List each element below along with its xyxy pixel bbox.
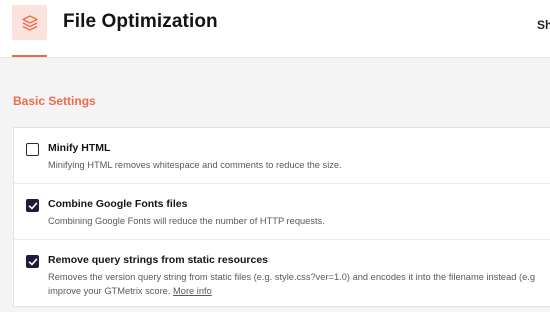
remove-query-strings-label[interactable]: Remove query strings from static resourc… — [48, 254, 268, 266]
checkmark-icon — [28, 202, 38, 210]
minify-html-label[interactable]: Minify HTML — [48, 142, 110, 154]
minify-html-checkbox[interactable] — [26, 143, 39, 156]
page-title: File Optimization — [63, 11, 218, 32]
row-divider — [14, 239, 550, 240]
active-tab-indicator — [12, 55, 47, 57]
more-info-link[interactable]: More info — [173, 286, 212, 296]
remove-query-strings-description-line1: Removes the version query string from st… — [48, 272, 536, 282]
page-header: File Optimization Sh — [0, 0, 550, 58]
remove-query-strings-checkbox[interactable] — [26, 255, 39, 268]
description-text: improve your GTMetrix score. — [48, 286, 171, 296]
remove-query-strings-description-line2: improve your GTMetrix score. More info — [48, 284, 212, 298]
combine-google-fonts-checkbox[interactable] — [26, 199, 39, 212]
settings-panel: Minify HTML Minifying HTML removes white… — [13, 127, 550, 307]
minify-html-description: Minifying HTML removes whitespace and co… — [48, 160, 342, 170]
layers-icon[interactable] — [12, 5, 47, 40]
section-title: Basic Settings — [13, 94, 96, 108]
combine-google-fonts-label[interactable]: Combine Google Fonts files — [48, 198, 187, 210]
checkmark-icon — [28, 258, 38, 266]
header-right-link[interactable]: Sh — [537, 18, 550, 32]
combine-google-fonts-description: Combining Google Fonts will reduce the n… — [48, 216, 325, 226]
row-divider — [14, 183, 550, 184]
